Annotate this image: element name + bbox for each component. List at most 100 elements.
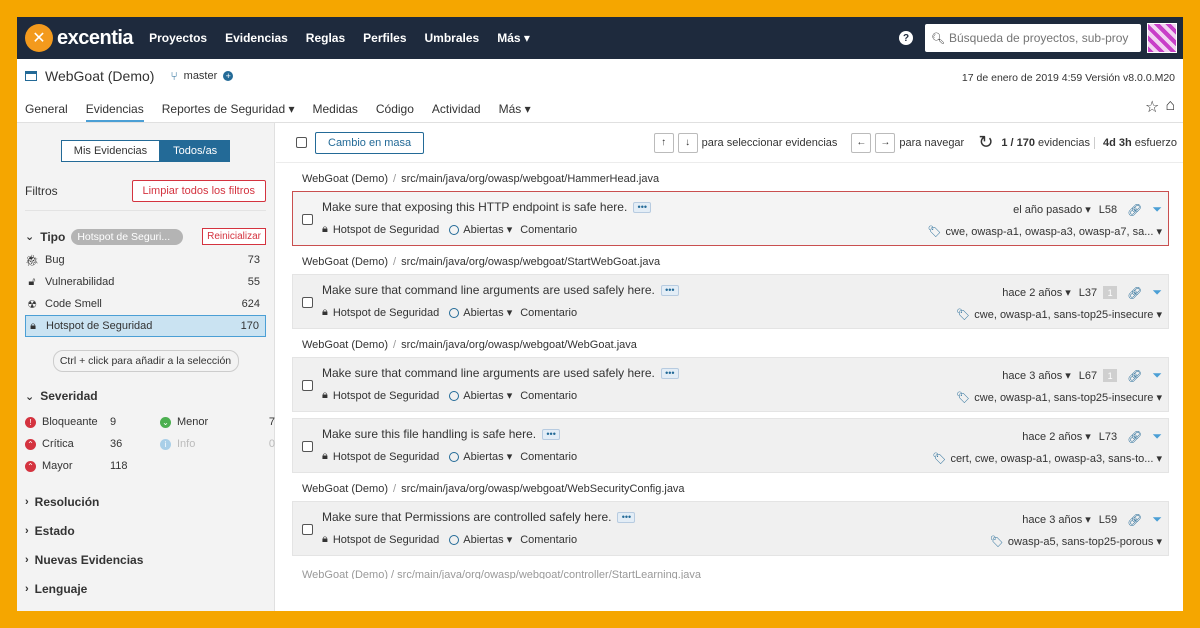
issue-status-dropdown[interactable]: Abiertas ▾ — [463, 389, 512, 402]
facet-item-security-hotspot[interactable]: 🔒︎ Hotspot de Seguridad 170 — [25, 315, 266, 337]
severity-major[interactable]: ⌃ Mayor 118 — [25, 455, 140, 477]
clear-filters-button[interactable]: Limpiar todos los filtros — [131, 180, 266, 202]
severity-critical[interactable]: ⌃ Crítica 36 — [25, 433, 140, 455]
todos-button[interactable]: Todos/as — [160, 140, 231, 162]
favorite-star-icon[interactable]: ☆ — [1145, 97, 1159, 117]
nav-perfiles[interactable]: Perfiles — [363, 31, 406, 45]
facet-item-code-smell[interactable]: ☢ Code Smell 624 — [25, 293, 266, 315]
filter-similar-icon[interactable]: ⏷ — [1152, 512, 1162, 527]
comment-link[interactable]: Comentario — [520, 307, 577, 319]
permalink-icon[interactable]: 🔗︎ — [1127, 369, 1142, 383]
issue-checkbox[interactable] — [302, 524, 313, 535]
filter-similar-icon[interactable]: ⏷ — [1152, 285, 1162, 300]
issue-line[interactable]: L59 — [1099, 514, 1117, 526]
tab-medidas[interactable]: Medidas — [313, 102, 358, 122]
issue-line[interactable]: L37 — [1079, 287, 1097, 299]
bulk-change-button[interactable]: Cambio en masa — [315, 131, 425, 154]
filter-similar-icon[interactable]: ⏷ — [1152, 368, 1162, 383]
more-options-icon[interactable]: ••• — [660, 367, 679, 379]
issue-status-dropdown[interactable]: Abiertas ▾ — [463, 306, 512, 319]
tab-reportes-seguridad[interactable]: Reportes de Seguridad ▾ — [162, 102, 295, 122]
tab-actividad[interactable]: Actividad — [432, 102, 481, 122]
severity-info[interactable]: i Info 0 — [160, 433, 275, 455]
permalink-icon[interactable]: 🔗︎ — [1127, 286, 1142, 300]
facet-new-issues[interactable]: › Nuevas Evidencias — [25, 551, 266, 569]
issue-line[interactable]: L58 — [1099, 204, 1117, 216]
comment-link[interactable]: Comentario — [520, 451, 577, 463]
user-avatar[interactable] — [1147, 23, 1177, 53]
permalink-icon[interactable]: 🔗︎ — [1127, 430, 1142, 444]
issue-age-dropdown[interactable]: el año pasado ▾ — [1013, 203, 1091, 216]
facet-status[interactable]: › Estado — [25, 522, 266, 540]
issue-row[interactable]: Make sure that Permissions are controlle… — [292, 501, 1169, 556]
more-options-icon[interactable]: ••• — [542, 428, 561, 440]
issue-age-dropdown[interactable]: hace 3 años ▾ — [1002, 369, 1071, 382]
comment-link[interactable]: Comentario — [520, 224, 577, 236]
issue-checkbox[interactable] — [302, 214, 313, 225]
severity-minor[interactable]: ⌄ Menor 7 — [160, 411, 275, 433]
comment-link[interactable]: Comentario — [520, 534, 577, 546]
issue-tags-dropdown[interactable]: cwe, owasp-a1, sans-top25-insecure ▾ — [974, 391, 1162, 404]
issue-row[interactable]: Make sure that command line arguments ar… — [292, 357, 1169, 412]
mis-evidencias-button[interactable]: Mis Evidencias — [60, 140, 161, 162]
locations-badge[interactable]: 1 — [1103, 369, 1118, 382]
file-header[interactable]: WebGoat (Demo) / src/main/java/org/owasp/w… — [276, 473, 1183, 501]
tab-evidencias[interactable]: Evidencias — [85, 102, 144, 122]
reload-icon[interactable]: ↻ — [978, 132, 993, 153]
nav-umbrales[interactable]: Umbrales — [425, 31, 480, 45]
nav-evidencias[interactable]: Evidencias — [225, 31, 288, 45]
select-all-checkbox[interactable] — [296, 137, 307, 148]
issue-tags-dropdown[interactable]: cwe, owasp-a1, owasp-a3, owasp-a7, sa...… — [946, 225, 1162, 238]
home-icon[interactable]: ⌂ — [1165, 97, 1175, 117]
issue-tags-dropdown[interactable]: cwe, owasp-a1, sans-top25-insecure ▾ — [974, 308, 1162, 321]
issue-age-dropdown[interactable]: hace 2 años ▾ — [1002, 286, 1071, 299]
help-icon[interactable]: ? — [899, 31, 913, 45]
tab-mas[interactable]: Más ▾ — [499, 102, 531, 122]
issue-tags-dropdown[interactable]: cert, cwe, owasp-a1, owasp-a3, sans-to..… — [950, 452, 1162, 465]
permalink-icon[interactable]: 🔗︎ — [1127, 513, 1142, 527]
issue-status-dropdown[interactable]: Abiertas ▾ — [463, 450, 512, 463]
issue-tags-dropdown[interactable]: owasp-a5, sans-top25-porous ▾ — [1008, 535, 1162, 548]
branch-name[interactable]: master — [184, 70, 218, 82]
add-branch-icon[interactable]: + — [223, 71, 234, 81]
severity-facet-header[interactable]: ⌄ Severidad — [25, 389, 266, 403]
filter-similar-icon[interactable]: ⏷ — [1152, 202, 1162, 217]
issue-checkbox[interactable] — [302, 297, 313, 308]
issue-row[interactable]: Make sure that command line arguments ar… — [292, 274, 1169, 329]
tab-codigo[interactable]: Código — [376, 102, 414, 122]
file-header[interactable]: WebGoat (Demo) / src/main/java/org/owasp/w… — [276, 246, 1183, 274]
facet-item-bug[interactable]: 🐞︎ Bug 73 — [25, 249, 266, 271]
issue-checkbox[interactable] — [302, 441, 313, 452]
reset-type-button[interactable]: Reinicializar — [202, 228, 266, 245]
file-header[interactable]: WebGoat (Demo) / src/main/java/org/owasp/w… — [276, 329, 1183, 357]
more-options-icon[interactable]: ••• — [660, 284, 679, 296]
issue-status-dropdown[interactable]: Abiertas ▾ — [463, 533, 512, 546]
issue-message[interactable]: Make sure that Permissions are controlle… — [322, 510, 611, 524]
issue-age-dropdown[interactable]: hace 3 años ▾ — [1022, 513, 1091, 526]
project-name[interactable]: WebGoat (Demo) — [45, 68, 154, 84]
filter-similar-icon[interactable]: ⏷ — [1152, 429, 1162, 444]
type-facet-header[interactable]: ⌄ Tipo Hotspot de Seguri... Reinicializa… — [25, 228, 266, 245]
logo[interactable]: ✕ excentia — [25, 24, 134, 52]
issue-line[interactable]: L73 — [1099, 431, 1117, 443]
issue-message[interactable]: Make sure this file handling is safe her… — [322, 427, 536, 441]
facet-language[interactable]: › Lenguaje — [25, 580, 266, 598]
issue-row[interactable]: Make sure that exposing this HTTP endpoi… — [292, 191, 1169, 246]
nav-proyectos[interactable]: Proyectos — [149, 31, 207, 45]
more-options-icon[interactable]: ••• — [633, 201, 652, 213]
nav-mas-dropdown[interactable]: Más ▾ — [497, 31, 530, 45]
issue-row[interactable]: Make sure this file handling is safe her… — [292, 418, 1169, 473]
facet-resolution[interactable]: › Resolución — [25, 493, 266, 511]
issue-message[interactable]: Make sure that exposing this HTTP endpoi… — [322, 200, 627, 214]
search-input[interactable] — [948, 31, 1135, 45]
issue-status-dropdown[interactable]: Abiertas ▾ — [463, 223, 512, 236]
tab-general[interactable]: General — [25, 102, 68, 122]
nav-reglas[interactable]: Reglas — [306, 31, 345, 45]
locations-badge[interactable]: 1 — [1103, 286, 1118, 299]
file-header[interactable]: WebGoat (Demo) / src/main/java/org/owasp/w… — [276, 163, 1183, 191]
issue-message[interactable]: Make sure that command line arguments ar… — [322, 366, 655, 380]
issue-checkbox[interactable] — [302, 380, 313, 391]
issue-message[interactable]: Make sure that command line arguments ar… — [322, 283, 655, 297]
permalink-icon[interactable]: 🔗︎ — [1127, 203, 1142, 217]
severity-blocker[interactable]: ! Bloqueante 9 — [25, 411, 140, 433]
